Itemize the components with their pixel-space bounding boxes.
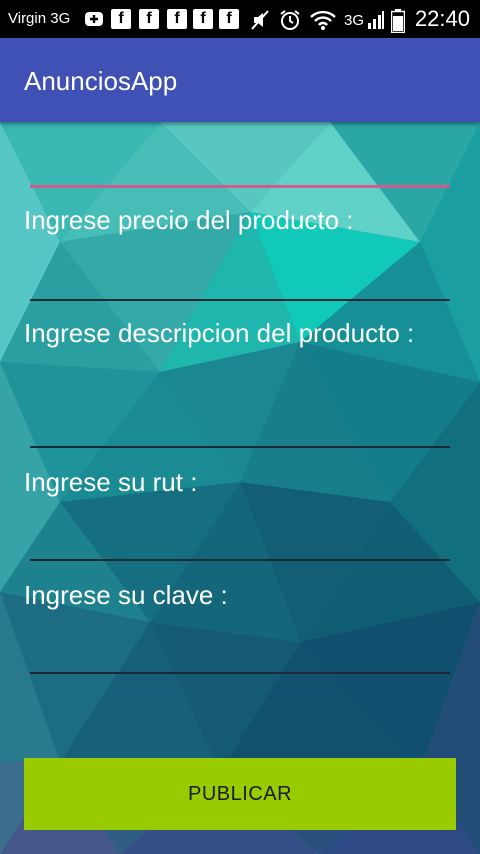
wifi-icon [309, 9, 337, 31]
publish-button[interactable]: PUBLICAR [24, 758, 456, 830]
app-title: AnunciosApp [24, 66, 178, 96]
battery-icon [391, 9, 405, 33]
clock: 22:40 [414, 6, 470, 31]
rut-label: Ingrese su rut : [24, 467, 198, 497]
alarm-icon [279, 9, 301, 31]
price-label: Ingrese precio del producto : [24, 205, 354, 235]
title-input[interactable] [30, 185, 450, 188]
network-type-label: 3G [344, 12, 365, 29]
carrier-label: Virgin 3G [8, 10, 71, 27]
facebook-icon: f [111, 9, 131, 29]
facebook-icon: f [167, 9, 187, 29]
facebook-icon: f [193, 9, 213, 29]
description-label: Ingrese descripcion del producto : [24, 318, 415, 348]
password-label: Ingrese su clave : [24, 580, 228, 610]
facebook-icon: f [219, 9, 239, 29]
mute-icon [249, 9, 271, 31]
signal-icon [367, 9, 385, 31]
app-screen: Virgin 3G f f f f f 3G 22:40 AnunciosApp [0, 0, 480, 854]
facebook-icon: f [139, 9, 159, 29]
description-input[interactable] [30, 446, 450, 448]
rut-input[interactable] [30, 559, 450, 561]
status-bar: Virgin 3G f f f f f 3G 22:40 [0, 0, 480, 38]
price-input[interactable] [30, 299, 450, 301]
password-input[interactable] [30, 672, 450, 674]
form-content: Ingrese precio del producto : Ingrese de… [0, 122, 480, 854]
app-bar: AnunciosApp [0, 38, 480, 122]
plus-icon [84, 9, 104, 29]
